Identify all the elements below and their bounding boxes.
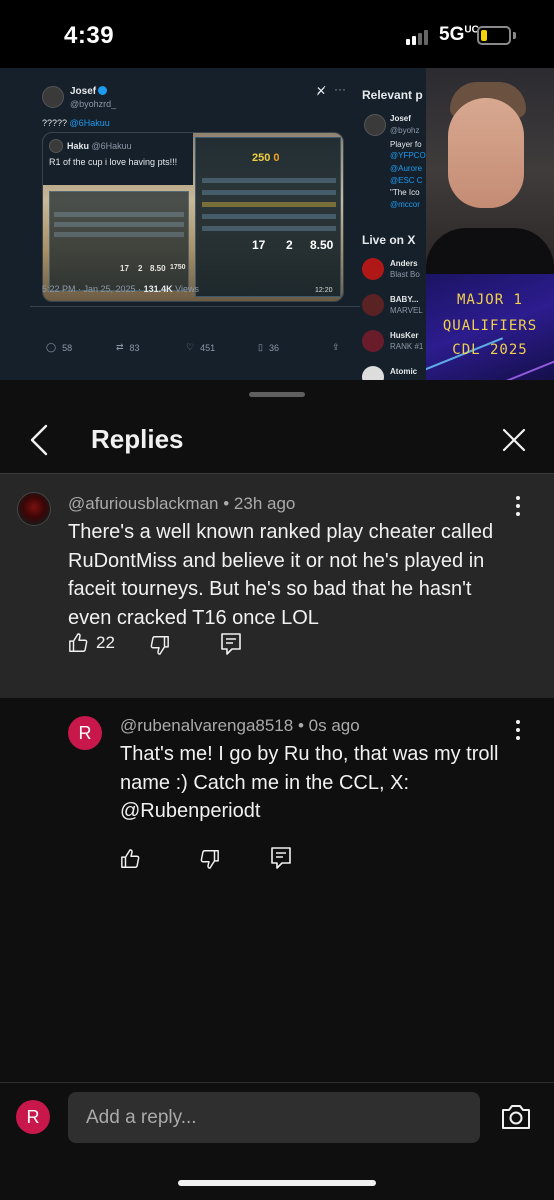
- quoted-name: Haku: [67, 141, 90, 151]
- reply-icon: ◯: [46, 342, 57, 352]
- avatar[interactable]: R: [68, 716, 102, 750]
- thumbs-down-icon: [150, 636, 169, 655]
- live-item: BABY... MARVEL: [362, 294, 432, 320]
- quoted-tweet: 250 0 17 2 8.50 17 2 8.50 1750 12:20 Hak…: [42, 132, 344, 302]
- verified-icon: [98, 86, 108, 95]
- drag-handle[interactable]: [249, 392, 305, 397]
- live-title: Live on X: [362, 233, 416, 247]
- tweet-text: ?????: [42, 118, 68, 128]
- comment-text: That's me! I go by Ru tho, that was my t…: [120, 743, 499, 822]
- live-item: Atomic: [362, 366, 432, 380]
- stat-deaths: 2: [286, 238, 293, 252]
- stat-kills: 17: [252, 238, 266, 252]
- dislike-button[interactable]: [198, 848, 220, 870]
- more-options-icon[interactable]: [508, 496, 528, 518]
- banner-line-2: QUALIFIERS: [442, 318, 538, 334]
- stat-kd: 8.50: [310, 238, 334, 252]
- grok-icon: ✕̸: [316, 84, 327, 98]
- signal-icon: [406, 29, 432, 45]
- live-avatar: [362, 366, 384, 380]
- comment-text: There's a well known ranked play cheater…: [68, 521, 494, 629]
- tweet-mention: @6Hakuu: [69, 118, 110, 128]
- thumbs-down-icon: [200, 850, 219, 869]
- more-icon: ···: [334, 82, 346, 96]
- avatar[interactable]: [17, 492, 51, 526]
- streamer-webcam: [426, 68, 554, 274]
- score-value: 250: [252, 152, 271, 164]
- tweet-author-handle: @byohzrd_: [70, 99, 117, 109]
- chevron-left-icon: [30, 424, 48, 456]
- status-time: 4:39: [64, 22, 115, 49]
- more-options-icon[interactable]: [508, 720, 528, 742]
- bookmark-icon: ▯: [258, 342, 263, 352]
- retweet-icon: ⇄: [116, 342, 124, 352]
- comment-icon: [271, 847, 291, 869]
- relevant-people: Relevant p Josef @byohz Player fo @YFPCO…: [362, 68, 432, 380]
- parent-comment: @afuriousblackman • 23h ago There's a we…: [0, 474, 554, 698]
- live-item: HusKer RANK #1: [362, 330, 432, 356]
- comment-author[interactable]: @rubenalvarenga8518: [120, 716, 293, 735]
- live-item: Anders Blast Bo: [362, 258, 432, 284]
- reply-button[interactable]: [270, 846, 292, 870]
- tweet-meta-time: 5:22 PM · Jan 25, 2025 ·: [42, 284, 142, 294]
- like-icon: ♡: [186, 342, 195, 352]
- camera-button[interactable]: [500, 1102, 532, 1132]
- reply-input[interactable]: [68, 1092, 480, 1143]
- quoted-handle: @6Hakuu: [91, 141, 132, 151]
- tweet-author-avatar: [42, 86, 64, 108]
- share-icon: ⇪: [332, 342, 340, 352]
- camera-icon: [502, 1105, 530, 1129]
- battery-icon: [477, 26, 511, 45]
- streamer-face: [448, 98, 524, 208]
- thumbs-up-icon: [121, 849, 140, 868]
- video-timestamp: 12:20: [315, 287, 333, 294]
- quoted-text: R1 of the cup i love having pts!!!: [49, 157, 178, 167]
- quoted-avatar: [49, 139, 63, 153]
- video-player[interactable]: Josef @byohzrd_ ✕̸ ··· ????? @6Hakuu 250…: [0, 68, 554, 380]
- banner-line-1: MAJOR 1: [456, 292, 523, 308]
- live-avatar: [362, 294, 384, 316]
- event-banner: MAJOR 1 QUALIFIERS CDL 2025: [426, 274, 554, 380]
- tweet-card: Josef @byohzrd_ ✕̸ ··· ????? @6Hakuu 250…: [30, 74, 360, 380]
- like-count: 22: [96, 633, 115, 652]
- live-avatar: [362, 258, 384, 280]
- replies-sheet: Replies @afuriousblackman • 23h ago Ther…: [0, 380, 554, 1200]
- home-indicator[interactable]: [178, 1180, 376, 1186]
- reply-comment: R @rubenalvarenga8518 • 0s ago That's me…: [0, 698, 554, 898]
- comment-icon: [221, 633, 241, 655]
- tweet-actions: ◯ 58 ⇄ 83 ♡ 451 ▯ 36 ⇪: [46, 342, 340, 353]
- close-button[interactable]: [500, 426, 528, 454]
- comment-time: 0s ago: [308, 716, 360, 735]
- like-button[interactable]: 22: [68, 632, 115, 654]
- banner-line-3: CDL 2025: [452, 342, 528, 358]
- thumbs-up-icon: [69, 633, 88, 652]
- reply-button[interactable]: [220, 632, 242, 656]
- page-title: Replies: [91, 424, 184, 454]
- back-button[interactable]: [26, 422, 54, 458]
- comment-time: 23h ago: [233, 494, 296, 513]
- user-avatar: R: [16, 1100, 50, 1134]
- like-button[interactable]: [120, 848, 142, 870]
- live-avatar: [362, 330, 384, 352]
- tweet-views: 131.4K: [143, 284, 173, 294]
- dislike-button[interactable]: [148, 634, 170, 656]
- relevant-avatar: [364, 114, 386, 136]
- close-icon: [502, 428, 526, 452]
- status-bar: 4:39 5GUC: [0, 0, 554, 68]
- relevant-title: Relevant p: [362, 88, 423, 102]
- comment-author[interactable]: @afuriousblackman: [68, 494, 219, 513]
- network-label: 5GUC: [439, 24, 479, 45]
- tweet-author-name: Josef: [70, 86, 97, 97]
